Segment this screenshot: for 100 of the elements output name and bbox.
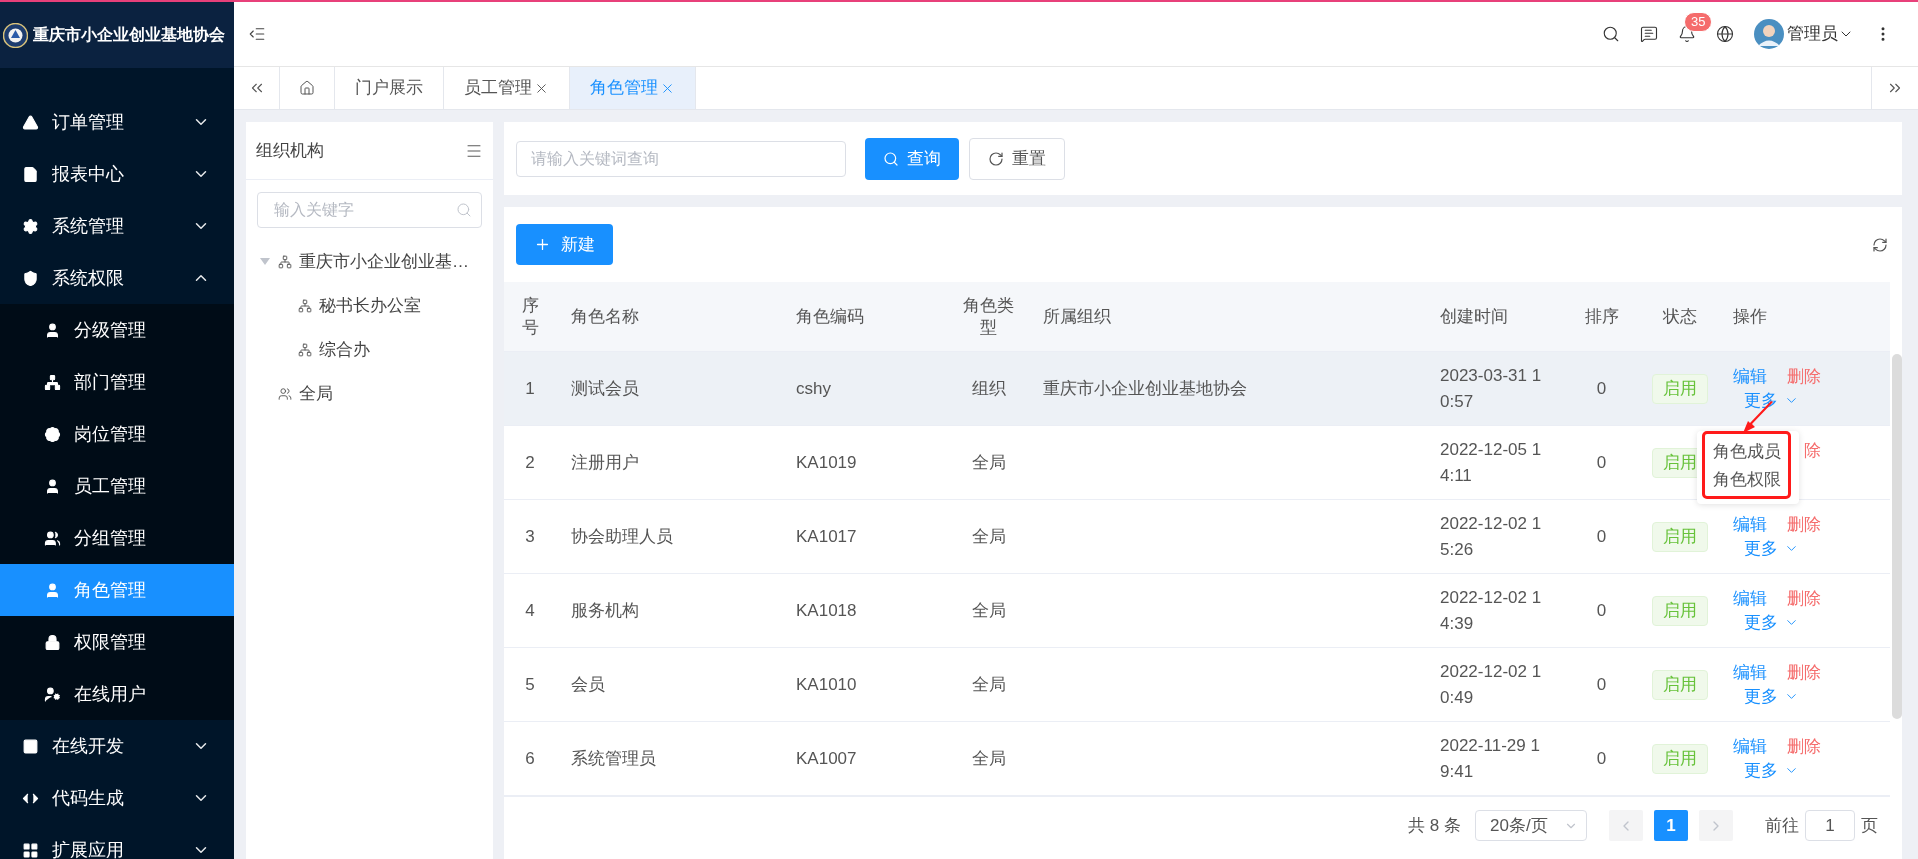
notification-badge: 35 [1684, 12, 1713, 32]
message-icon[interactable] [1640, 25, 1658, 43]
tree-node[interactable]: 全局 [246, 372, 493, 416]
plus-icon [534, 236, 551, 253]
table-cell-text: 2 [525, 451, 535, 474]
dropdown-item[interactable]: 角色成员 [1713, 438, 1788, 466]
status-tag: 启用 [1652, 521, 1708, 552]
user-icon [44, 477, 61, 495]
column-header: 状态 [1663, 305, 1697, 328]
search-icon [883, 150, 899, 167]
column-header: 角色类型 [962, 294, 1015, 339]
table-cell-text: 2022-12-05 14:11 [1440, 438, 1543, 487]
search-icon[interactable] [1602, 25, 1620, 43]
badge-icon [44, 425, 61, 443]
table-cell-text: 注册用户 [571, 451, 639, 474]
table-cell-text: 0 [1596, 599, 1607, 622]
hierarchy-icon [298, 299, 312, 313]
column-header: 角色编码 [796, 305, 864, 328]
table-cell-text: 全局 [971, 451, 1006, 474]
page-size-select[interactable]: 20条/页 [1475, 810, 1587, 841]
panel-title: 组织机构 [256, 139, 324, 162]
user-menu[interactable]: 管理员 [1754, 19, 1854, 49]
table-cell-text: 组织 [971, 377, 1006, 400]
table-cell-text: KA1007 [796, 747, 857, 770]
tree-node[interactable]: 秘书长办公室 [246, 284, 493, 328]
scrollbar[interactable] [1892, 354, 1902, 719]
users-icon [278, 387, 292, 401]
table-cell-text: 全局 [971, 673, 1006, 696]
table-cell-text: 0 [1596, 451, 1607, 474]
keyword-field[interactable]: 请输入关键词查询 [516, 140, 846, 177]
menu-item[interactable]: 扩展应用 [0, 824, 234, 859]
user-icon [44, 581, 61, 599]
tree-node[interactable]: 重庆市小企业创业基… [246, 240, 493, 284]
menu-item[interactable]: 在线开发 [0, 720, 234, 772]
brand-title: 重庆市小企业创业基地协会 [33, 25, 225, 45]
column-header: 创建时间 [1440, 305, 1508, 328]
goto-page-field[interactable]: 1 [1805, 810, 1855, 841]
dropdown-item[interactable]: 角色权限 [1713, 466, 1788, 494]
emblem-icon [3, 22, 28, 48]
submenu-item[interactable]: 权限管理 [0, 616, 234, 668]
table-cell-text: 6 [525, 747, 535, 770]
page-tab[interactable]: 门户展示 [335, 67, 444, 109]
search-icon [456, 202, 472, 218]
table-cell-text: 1 [525, 377, 535, 400]
user-icon [44, 321, 61, 339]
table-cell-text: 2022-12-02 15:26 [1440, 512, 1543, 561]
table-cell-text: 全局 [971, 599, 1006, 622]
globe-icon[interactable] [1716, 25, 1734, 43]
menu-item[interactable]: 系统管理 [0, 200, 234, 252]
table-cell-text: 全局 [971, 525, 1006, 548]
table-cell-text: 0 [1596, 747, 1607, 770]
table-cell-text: 0 [1596, 525, 1607, 548]
column-header: 排序 [1584, 305, 1619, 328]
table-cell-text: 2022-11-29 19:41 [1440, 734, 1541, 783]
lock-icon [44, 633, 61, 651]
column-header: 操作 [1733, 305, 1767, 328]
table-cell-text: 4 [525, 599, 535, 622]
column-header: 序号 [521, 294, 539, 339]
table-cell-text: 0 [1596, 377, 1607, 400]
hierarchy-icon [44, 373, 61, 391]
table-cell-text: KA1019 [796, 451, 857, 474]
submenu-item[interactable]: 分组管理 [0, 512, 234, 564]
table-cell-text: KA1017 [796, 525, 857, 548]
status-tag: 启用 [1652, 373, 1708, 404]
triangle-icon [22, 113, 39, 131]
status-tag: 启用 [1652, 669, 1708, 700]
submenu-item[interactable]: 岗位管理 [0, 408, 234, 460]
collapse-menu-icon[interactable] [248, 25, 266, 43]
reload-icon [988, 150, 1004, 167]
menu-item[interactable]: 订单管理 [0, 96, 234, 148]
submenu-item[interactable]: 在线用户 [0, 668, 234, 720]
tree-node[interactable]: 综合办 [246, 328, 493, 372]
gear-icon [22, 217, 39, 235]
table-cell-text: 协会助理人员 [571, 525, 673, 548]
shield-icon [22, 269, 39, 287]
search-field[interactable]: 输入关键字 [257, 192, 482, 228]
hierarchy-icon [278, 255, 292, 269]
submenu-item[interactable]: 分级管理 [0, 304, 234, 356]
table-cell-text: 2023-03-31 10:57 [1440, 364, 1543, 413]
grid-icon [22, 841, 39, 859]
table-cell-text: 5 [525, 673, 535, 696]
avatar [1754, 19, 1784, 49]
table-cell-text: 0 [1596, 673, 1607, 696]
column-header: 所属组织 [1043, 305, 1111, 328]
table-cell-text: KA1018 [796, 599, 857, 622]
menu-item[interactable]: 代码生成 [0, 772, 234, 824]
menu-item[interactable]: 报表中心 [0, 148, 234, 200]
table-cell-text: 2022-12-02 14:39 [1440, 586, 1543, 635]
home-icon [299, 80, 315, 96]
submenu-item[interactable]: 部门管理 [0, 356, 234, 408]
status-tag: 启用 [1652, 595, 1708, 626]
goto-label: 前往 [1765, 814, 1799, 837]
reset-button[interactable]: 重置 [969, 137, 1065, 180]
refresh-icon[interactable] [1872, 236, 1888, 253]
table-cell-text: 测试会员 [571, 377, 639, 400]
page-suffix: 页 [1861, 814, 1878, 837]
table-cell-text: KA1010 [796, 673, 857, 696]
users-icon [44, 529, 61, 547]
submenu-item[interactable]: 员工管理 [0, 460, 234, 512]
table-cell-text: 全局 [971, 747, 1006, 770]
